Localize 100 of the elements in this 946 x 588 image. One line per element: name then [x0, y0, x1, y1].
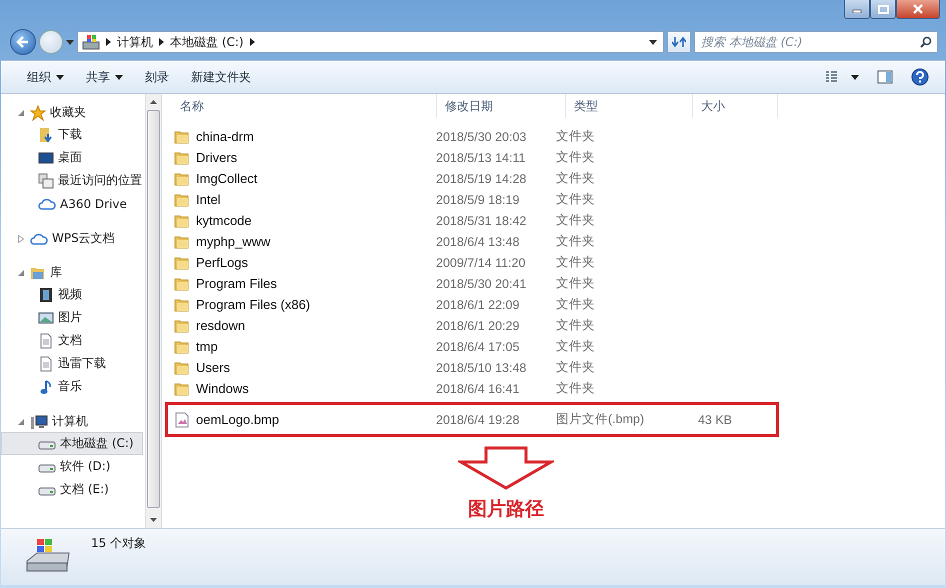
- table-cell-text: 文件夹: [555, 359, 596, 376]
- toolbar-button[interactable]: 刻录: [135, 64, 179, 90]
- table-cell-text: 2018/6/4 13:48: [435, 234, 520, 248]
- maximize-button[interactable]: [870, 0, 896, 19]
- folder-icon: [174, 360, 190, 374]
- folder-icon: [174, 382, 190, 396]
- file-name[interactable]: kytmcode: [196, 213, 252, 228]
- file-name[interactable]: tmp: [196, 339, 218, 354]
- table-cell-text: 文件夹: [555, 317, 596, 334]
- minimize-button[interactable]: [844, 0, 870, 19]
- chevron-icon[interactable]: [250, 38, 255, 46]
- file-name[interactable]: Intel: [196, 192, 221, 207]
- table-cell-text: 文件夹: [555, 233, 596, 250]
- file-name[interactable]: Users: [196, 360, 230, 375]
- scrollbar[interactable]: [145, 94, 161, 528]
- file-name[interactable]: resdown: [196, 318, 246, 333]
- file-name[interactable]: oemLogo.bmp: [196, 412, 280, 427]
- toolbar-button[interactable]: 共享: [76, 64, 133, 90]
- picture-icon: [38, 310, 54, 324]
- search-field[interactable]: 搜索 本地磁盘 (C:): [694, 31, 938, 53]
- history-caret-icon[interactable]: [66, 40, 74, 44]
- file-name[interactable]: myphp_www: [196, 234, 270, 249]
- monitor-icon: [38, 150, 54, 164]
- file-name[interactable]: Program Files: [196, 276, 277, 291]
- table-cell-text: 文件夹: [555, 338, 596, 355]
- toolbar-button[interactable]: 组织: [17, 64, 74, 90]
- dropdown-caret-icon[interactable]: [649, 40, 657, 44]
- toolbar-button[interactable]: 新建文件夹: [181, 64, 261, 90]
- folder-icon: [174, 298, 190, 312]
- sidebar-item[interactable]: 迅雷下载: [1, 352, 143, 375]
- recent-places-icon: [38, 172, 54, 188]
- table-cell-text: 2018/6/1 20:29: [435, 318, 520, 332]
- library-folder-icon: [30, 266, 46, 280]
- music-note-icon: [38, 378, 54, 394]
- table-cell-text: 2018/5/31 18:42: [435, 214, 528, 228]
- collapse-triangle-icon[interactable]: [17, 108, 26, 116]
- table-cell-text: 文件夹: [555, 170, 596, 187]
- column-header[interactable]: 名称: [172, 94, 437, 118]
- help-icon: [911, 68, 929, 86]
- collapse-triangle-icon[interactable]: [17, 418, 26, 426]
- sidebar-item[interactable]: 最近访问的位置: [1, 169, 143, 192]
- table-cell-text: 2018/6/4 17:05: [435, 340, 520, 354]
- path-crumb[interactable]: 本地磁盘 (C:): [170, 34, 244, 50]
- file-name[interactable]: Drivers: [196, 150, 238, 165]
- folder-icon: [174, 192, 190, 206]
- star-icon: [30, 104, 46, 120]
- sidebar-item[interactable]: 收藏夹: [1, 102, 145, 123]
- table-cell-text: 2018/5/13 14:11: [435, 150, 526, 164]
- search-icon[interactable]: [920, 36, 932, 48]
- sidebar-item[interactable]: 文档 (E:): [1, 478, 143, 501]
- sidebar-item[interactable]: 库: [1, 262, 145, 283]
- caret-icon: [115, 74, 123, 80]
- folder-icon: [174, 340, 190, 354]
- sidebar-item[interactable]: A360 Drive: [1, 192, 143, 215]
- refresh-button[interactable]: [667, 31, 691, 53]
- address-bar[interactable]: 计算机 本地磁盘 (C:): [77, 31, 664, 53]
- column-header[interactable]: 修改日期: [437, 94, 566, 118]
- sidebar-item[interactable]: 视频: [1, 283, 143, 306]
- sidebar-item[interactable]: 下载: [1, 123, 143, 146]
- scroll-thumb[interactable]: [147, 110, 160, 508]
- refresh-arrows-icon: [672, 35, 686, 49]
- list-view-icon: [825, 71, 859, 83]
- sidebar-item[interactable]: 文档: [1, 329, 143, 352]
- folder-icon: [174, 234, 190, 248]
- path-crumb[interactable]: 计算机: [117, 34, 153, 50]
- table-cell-text: 文件夹: [555, 128, 596, 145]
- sidebar-item[interactable]: 计算机: [1, 411, 145, 432]
- scroll-up-icon[interactable]: [150, 100, 157, 104]
- column-header[interactable]: 大小: [693, 94, 778, 118]
- cloud-icon: [30, 232, 48, 246]
- table-cell-text: 2009/7/14 11:20: [435, 256, 526, 270]
- column-header[interactable]: 类型: [566, 94, 693, 118]
- back-button[interactable]: [10, 29, 36, 55]
- file-name[interactable]: ImgCollect: [196, 171, 258, 186]
- drive-icon: [82, 34, 100, 50]
- caret-icon: [56, 74, 64, 80]
- pane-icon: [877, 70, 893, 84]
- sidebar-item[interactable]: 本地磁盘 (C:): [1, 432, 143, 455]
- sidebar-item[interactable]: 图片: [1, 306, 143, 329]
- film-icon: [38, 286, 54, 302]
- collapse-triangle-icon[interactable]: [17, 268, 26, 276]
- folder-icon: [174, 130, 190, 144]
- table-cell-text: 文件夹: [555, 254, 596, 271]
- chevron-icon[interactable]: [159, 38, 164, 46]
- file-name[interactable]: Windows: [196, 381, 249, 396]
- table-cell-text: 文件夹: [555, 275, 596, 292]
- table-cell-text: 2018/6/4 16:41: [435, 382, 520, 396]
- table-cell-text: 文件夹: [555, 296, 596, 313]
- chevron-icon[interactable]: [106, 38, 111, 46]
- file-name[interactable]: Program Files (x86): [196, 297, 310, 312]
- file-name[interactable]: PerfLogs: [196, 255, 248, 270]
- close-button[interactable]: [896, 0, 940, 19]
- scroll-down-icon[interactable]: [150, 518, 157, 522]
- folder-icon: [174, 276, 190, 290]
- sidebar-item[interactable]: 桌面: [1, 146, 143, 169]
- sidebar-item[interactable]: 音乐: [1, 375, 143, 398]
- sidebar-item[interactable]: 软件 (D:): [1, 455, 143, 478]
- sidebar-item[interactable]: WPS云文档: [1, 228, 145, 249]
- table-cell-text: 图片文件(.bmp): [555, 411, 646, 428]
- file-name[interactable]: china-drm: [196, 129, 254, 144]
